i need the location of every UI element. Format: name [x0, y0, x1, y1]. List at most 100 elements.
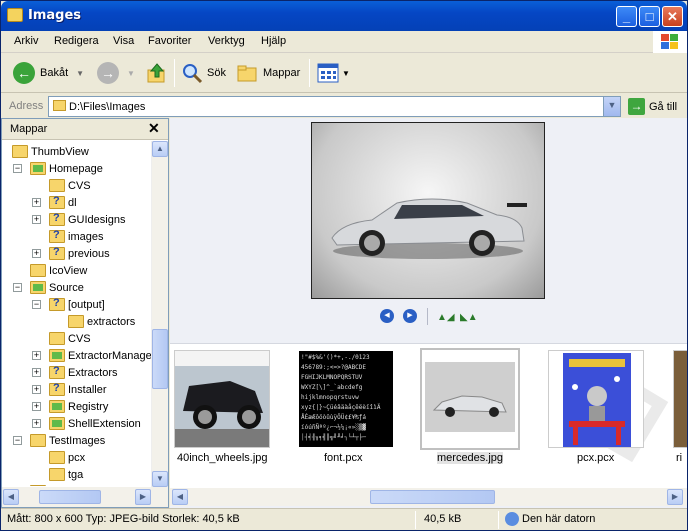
minimize-button[interactable]: _ — [616, 6, 637, 27]
tree-item[interactable]: CVS — [49, 330, 91, 347]
scroll-thumb[interactable] — [370, 490, 495, 504]
collapse-icon[interactable]: − — [13, 164, 22, 173]
previous-image-button[interactable]: ◀ — [380, 309, 394, 323]
scroll-right-icon[interactable]: ▶ — [667, 489, 683, 505]
svg-text:xyz{|}~ÇüéâäàåçêëèïîìÄ: xyz{|}~ÇüéâäàåçêëèïîìÄ — [301, 404, 381, 411]
next-image-button[interactable]: ▶ — [403, 309, 417, 323]
tree-item[interactable]: ThumbView — [12, 143, 89, 160]
menu-verktyg[interactable]: Verktyg — [208, 35, 245, 47]
tree-item[interactable]: pcx — [49, 449, 85, 466]
thumbnail-label: ri — [676, 452, 683, 464]
scroll-thumb[interactable] — [152, 329, 168, 389]
chevron-down-icon[interactable]: ▼ — [603, 97, 620, 116]
tree-item[interactable]: CVS — [49, 177, 91, 194]
preview-image[interactable] — [311, 122, 545, 299]
tree-item-label: images — [68, 230, 104, 243]
expand-icon[interactable]: + — [32, 215, 41, 224]
scroll-left-icon[interactable]: ◀ — [3, 489, 19, 505]
collapse-icon[interactable]: − — [32, 300, 41, 309]
address-label: Adress — [9, 100, 44, 112]
expand-icon[interactable]: + — [32, 368, 41, 377]
expand-icon[interactable]: + — [32, 198, 41, 207]
folder-tree: ThumbView−HomepageCVS+dl+GUIdesignsimage… — [2, 141, 151, 486]
expand-icon[interactable]: + — [32, 249, 41, 258]
go-button[interactable]: → Gå till — [628, 98, 677, 115]
tree-item[interactable]: tga — [49, 466, 83, 483]
thumbnail-partial[interactable] — [673, 350, 687, 448]
toolbar: ← Bakåt ▼ → ▼ Sök Mappar ▼ — [1, 53, 687, 93]
rotate-left-button[interactable]: ▲◢ — [437, 312, 455, 323]
tree-item[interactable]: ShellExtension — [49, 415, 141, 432]
tree-item[interactable]: TestImages — [30, 432, 105, 449]
toolbar-separator — [174, 59, 175, 87]
expand-icon[interactable]: + — [32, 351, 41, 360]
windows-logo-icon — [653, 31, 687, 53]
menu-visa[interactable]: Visa — [113, 35, 134, 47]
collapse-icon[interactable]: − — [13, 436, 22, 445]
tree-item[interactable]: Extractors — [49, 364, 118, 381]
tree-item[interactable]: [output] — [49, 296, 105, 313]
folders-panel-title: Mappar — [10, 123, 48, 135]
forward-button[interactable]: → ▼ — [97, 61, 135, 85]
tree-item[interactable]: Registry — [49, 398, 108, 415]
up-folder-button[interactable] — [145, 61, 169, 85]
up-folder-icon — [147, 63, 165, 83]
folder-icon — [49, 332, 65, 345]
scroll-thumb[interactable] — [39, 490, 101, 504]
chevron-down-icon[interactable]: ▼ — [76, 69, 84, 78]
menu-redigera[interactable]: Redigera — [54, 35, 99, 47]
tree-item[interactable]: Installer — [49, 381, 107, 398]
tree-item[interactable]: previous — [49, 245, 110, 262]
menu-favoriter[interactable]: Favoriter — [148, 35, 191, 47]
search-icon — [183, 64, 203, 84]
tree-item[interactable]: ExtractorManager — [49, 347, 151, 364]
tree-item[interactable]: Homepage — [30, 160, 103, 177]
views-button[interactable]: ▼ — [317, 61, 350, 85]
title-bar[interactable]: Images _ □ ✕ — [1, 1, 687, 31]
menu-arkiv[interactable]: Arkiv — [14, 35, 38, 47]
thumbnail-label: pcx.pcx — [577, 452, 615, 464]
search-button[interactable]: Sök — [181, 61, 226, 85]
chevron-down-icon[interactable]: ▼ — [127, 69, 135, 78]
expand-icon[interactable]: + — [32, 402, 41, 411]
cvs-folder-icon — [49, 212, 65, 226]
thumbnail-mercedes[interactable] — [420, 348, 520, 450]
tree-item-label: Installer — [68, 383, 107, 396]
expand-icon[interactable]: + — [32, 385, 41, 394]
tree-horizontal-scrollbar[interactable]: ◀ ▶ — [2, 487, 168, 507]
close-icon[interactable]: ✕ — [148, 120, 160, 137]
scroll-up-icon[interactable]: ▲ — [152, 141, 168, 157]
menu-hjalp[interactable]: Hjälp — [261, 35, 286, 47]
tree-item[interactable]: Source — [30, 279, 84, 296]
tree-vertical-scrollbar[interactable]: ▲ ▼ — [151, 141, 168, 487]
expand-icon[interactable]: + — [32, 419, 41, 428]
thumbnail-40inch-wheels[interactable] — [174, 350, 270, 448]
tree-item[interactable]: ThumbView 0.90 — [30, 483, 131, 486]
rotate-right-button[interactable]: ◣▲ — [460, 312, 478, 323]
tree-item[interactable]: GUIdesigns — [49, 211, 125, 228]
folders-button[interactable]: Mappar — [237, 61, 300, 85]
thumbnail-horizontal-scrollbar[interactable]: ◀ ▶ — [170, 488, 687, 506]
scroll-left-icon[interactable]: ◀ — [172, 489, 188, 505]
back-button[interactable]: ← Bakåt ▼ — [13, 61, 84, 85]
tree-item[interactable]: images — [49, 228, 103, 245]
tree-item[interactable]: extractors — [68, 313, 135, 330]
scroll-down-icon[interactable]: ▼ — [152, 471, 168, 487]
thumbnail-label: font.pcx — [324, 452, 363, 464]
green-folder-icon — [49, 349, 65, 362]
tree-item[interactable]: IcoView — [30, 262, 87, 279]
close-button[interactable]: ✕ — [662, 6, 683, 27]
svg-text:│┤╡╢╖╕╣║╗╝╜╛┐└┴┬├─: │┤╡╢╖╕╣║╗╝╜╛┐└┴┬├─ — [301, 433, 366, 441]
address-input[interactable]: D:\Files\Images ▼ — [48, 96, 621, 117]
maximize-button[interactable]: □ — [639, 6, 660, 27]
thumbnail-pcx-pcx[interactable] — [548, 350, 644, 448]
tree-item-label: GUIdesigns — [68, 213, 126, 226]
tree-item-label: extractors — [87, 315, 136, 328]
cvs-folder-icon — [49, 297, 65, 311]
chevron-down-icon[interactable]: ▼ — [342, 69, 350, 78]
tree-item[interactable]: dl — [49, 194, 77, 211]
scroll-right-icon[interactable]: ▶ — [135, 489, 151, 505]
collapse-icon[interactable]: − — [13, 283, 22, 292]
thumbnail-font-pcx[interactable]: !"#$%&'()*+,-./0123 456789:;<=>?@ABCDE F… — [298, 350, 394, 448]
image-view: ◀ ▶ ▲◢ ◣▲ 40inch_wheels.jpg !"#$%&'()*+,… — [170, 118, 687, 508]
